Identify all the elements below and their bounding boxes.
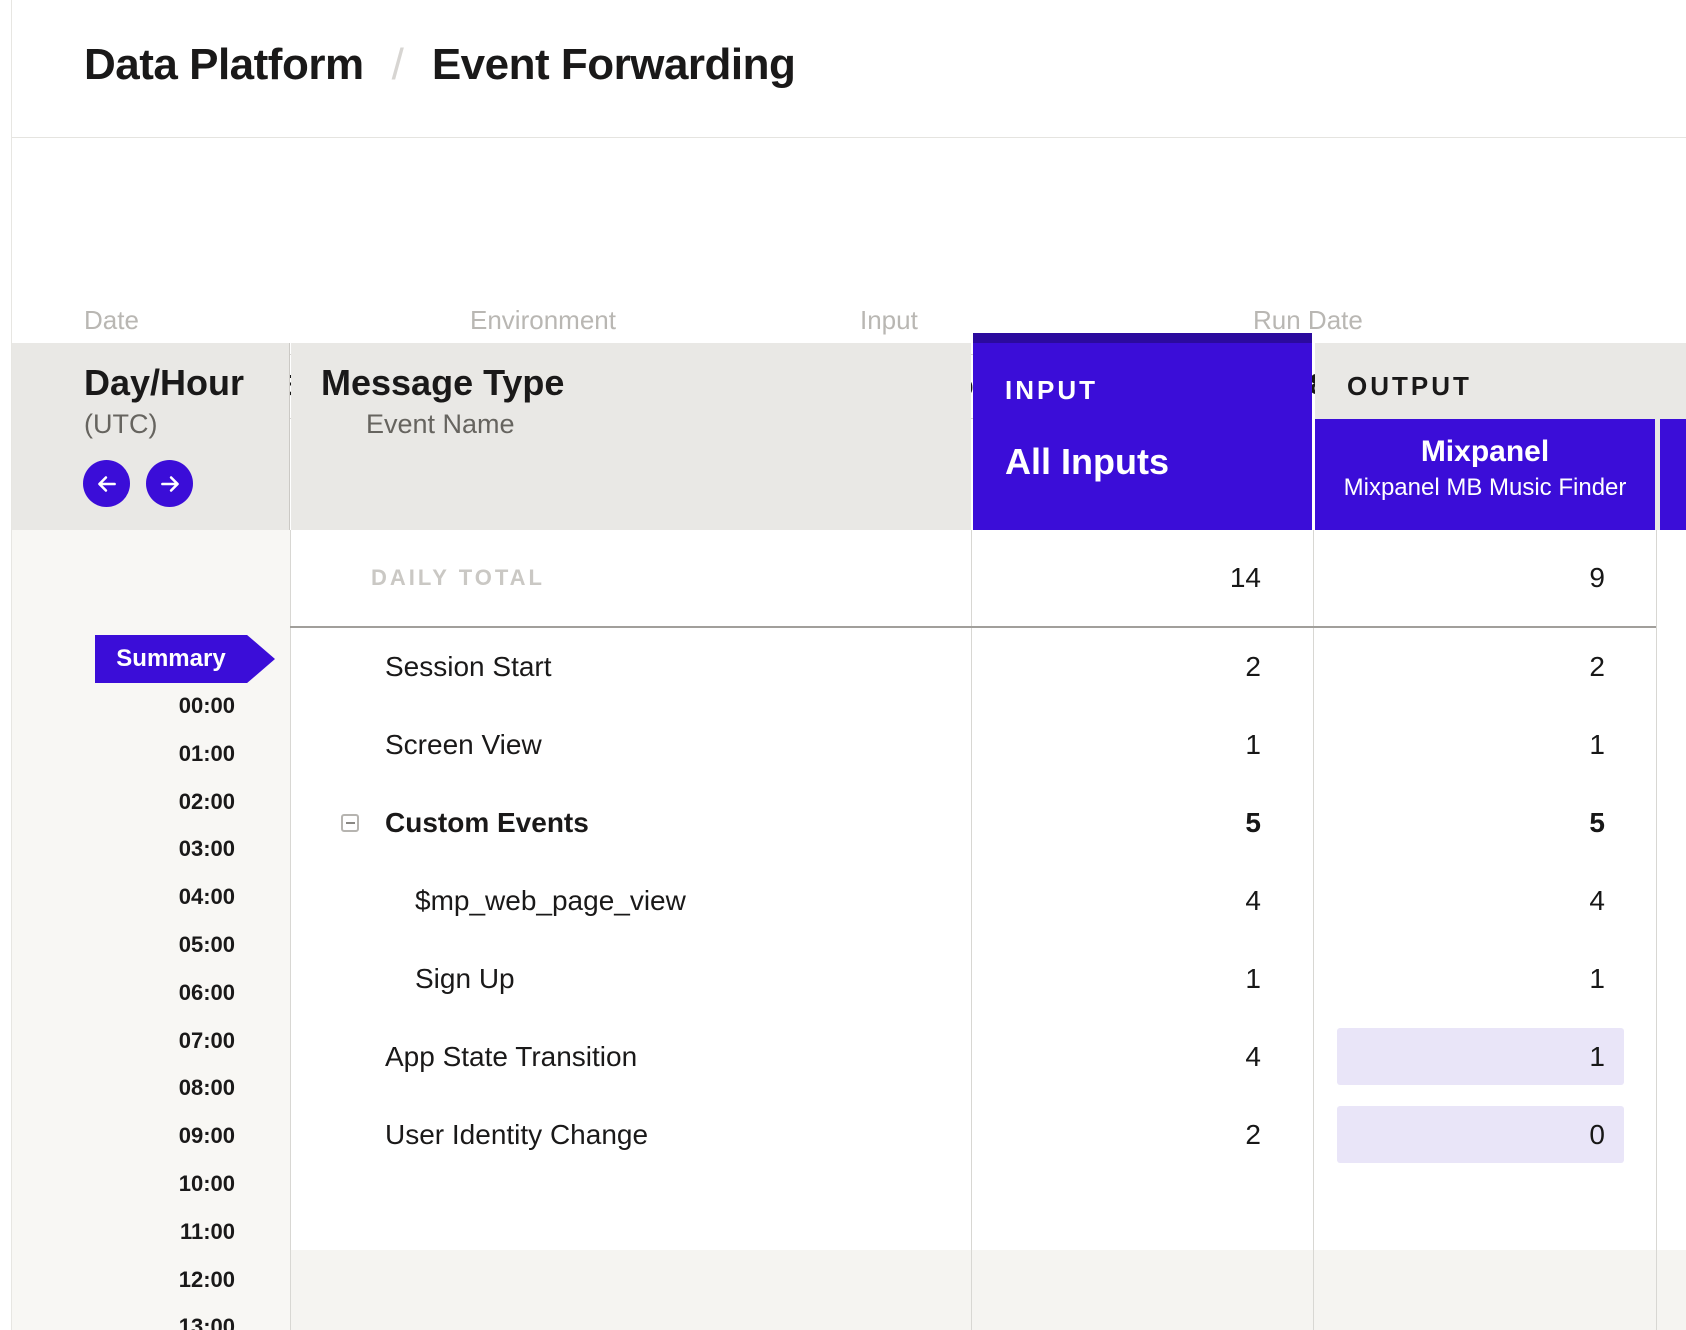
page-title: Event Forwarding bbox=[432, 40, 796, 90]
hour-row-label[interactable]: 03:00 bbox=[0, 836, 235, 862]
row-label: Session Start bbox=[290, 628, 552, 706]
hour-row-label[interactable]: 04:00 bbox=[0, 884, 235, 910]
next-day-button[interactable] bbox=[146, 460, 193, 507]
filter-bar: Date Environment Input Run Date 08/08/20… bbox=[0, 139, 1686, 340]
table-row: User Identity Change 20 bbox=[290, 1096, 1686, 1174]
input-column-header: INPUT All Inputs bbox=[973, 333, 1312, 530]
breadcrumb: Data Platform / Event Forwarding bbox=[84, 40, 795, 90]
row-label: User Identity Change bbox=[290, 1096, 648, 1174]
hour-row-label[interactable]: 10:00 bbox=[0, 1171, 235, 1197]
hour-row-label[interactable]: 02:00 bbox=[0, 789, 235, 815]
output-eyebrow: OUTPUT bbox=[1347, 371, 1472, 402]
output-count-cell: 2 bbox=[1313, 628, 1657, 706]
input-eyebrow: INPUT bbox=[1005, 375, 1098, 406]
event-forwarding-screen: Data Platform / Event Forwarding Date En… bbox=[0, 0, 1686, 1330]
previous-day-button[interactable] bbox=[83, 460, 130, 507]
hour-row-label[interactable]: 09:00 bbox=[0, 1123, 235, 1149]
hour-row-label[interactable]: 07:00 bbox=[0, 1028, 235, 1054]
input-count-cell: 4 bbox=[973, 1018, 1313, 1096]
hour-row-label[interactable]: 00:00 bbox=[0, 693, 235, 719]
table-row: App State Transition 41 bbox=[290, 1018, 1686, 1096]
input-header-accent-strip bbox=[973, 333, 1312, 343]
table-body-empty-area bbox=[290, 1250, 1686, 1330]
table-row: Custom Events 55 bbox=[290, 784, 1686, 862]
row-label: Screen View bbox=[290, 706, 542, 784]
date-filter-label: Date bbox=[84, 305, 139, 336]
table-row: Sign Up 11 bbox=[290, 940, 1686, 1018]
input-count-cell: 1 bbox=[973, 706, 1313, 784]
input-count-cell: 4 bbox=[973, 862, 1313, 940]
day-hour-timezone: (UTC) bbox=[84, 409, 157, 440]
output-count-cell: 4 bbox=[1313, 862, 1657, 940]
hour-row-label[interactable]: 13:00 bbox=[0, 1314, 235, 1330]
output-connection-name: Mixpanel bbox=[1315, 435, 1655, 469]
arrow-left-icon bbox=[94, 471, 120, 497]
row-label: Sign Up bbox=[290, 940, 515, 1018]
event-name-subtitle: Event Name bbox=[366, 409, 515, 440]
output-count-cell: 1 bbox=[1313, 940, 1657, 1018]
hour-row-label[interactable]: 08:00 bbox=[0, 1075, 235, 1101]
run-date-label: Run Date bbox=[1253, 305, 1363, 336]
output-count-cell: 1 bbox=[1313, 706, 1657, 784]
hour-row-label[interactable]: 12:00 bbox=[0, 1267, 235, 1293]
top-bar: Data Platform / Event Forwarding bbox=[0, 0, 1686, 138]
arrow-right-icon bbox=[157, 471, 183, 497]
daily-total-input-count: 14 bbox=[973, 530, 1313, 626]
input-count-cell: 5 bbox=[973, 784, 1313, 862]
input-count-cell: 1 bbox=[973, 940, 1313, 1018]
environment-filter-label: Environment bbox=[470, 305, 616, 336]
table-row: Screen View 11 bbox=[290, 706, 1686, 784]
input-column-title: All Inputs bbox=[1005, 441, 1169, 483]
breadcrumb-data-platform[interactable]: Data Platform bbox=[84, 40, 364, 90]
row-label: App State Transition bbox=[290, 1018, 637, 1096]
daily-total-label: DAILY TOTAL bbox=[371, 530, 545, 626]
input-filter-label: Input bbox=[860, 305, 918, 336]
daily-total-row: DAILY TOTAL 14 9 bbox=[290, 530, 1686, 626]
row-label: Custom Events bbox=[290, 784, 589, 862]
row-label: $mp_web_page_view bbox=[290, 862, 686, 940]
input-count-cell: 2 bbox=[973, 1096, 1313, 1174]
output-count-cell: 5 bbox=[1313, 784, 1657, 862]
daily-total-output-count: 9 bbox=[1313, 530, 1657, 626]
hour-row-label[interactable]: 01:00 bbox=[0, 741, 235, 767]
table-row: $mp_web_page_view 44 bbox=[290, 862, 1686, 940]
message-type-header-cell: Message Type Event Name bbox=[291, 343, 971, 530]
hour-row-label[interactable]: 05:00 bbox=[0, 932, 235, 958]
output-mixpanel-card[interactable]: Mixpanel Mixpanel MB Music Finder bbox=[1315, 419, 1655, 530]
hour-row-label[interactable]: 06:00 bbox=[0, 980, 235, 1006]
message-type-title: Message Type bbox=[321, 362, 564, 404]
table-row: Session Start 22 bbox=[290, 628, 1686, 706]
hour-row-label[interactable]: 11:00 bbox=[0, 1219, 235, 1245]
summary-row-selector[interactable]: Summary bbox=[95, 635, 275, 683]
collapsed-sidebar-gutter bbox=[0, 0, 12, 1330]
output-count-cell: 0 bbox=[1313, 1096, 1657, 1174]
output-count-cell: 1 bbox=[1313, 1018, 1657, 1096]
breadcrumb-separator: / bbox=[392, 40, 404, 90]
input-count-cell: 2 bbox=[973, 628, 1313, 706]
output-connection-subtitle: Mixpanel MB Music Finder bbox=[1315, 474, 1655, 502]
next-output-column-partial bbox=[1660, 419, 1686, 530]
day-hour-title: Day/Hour bbox=[84, 362, 244, 404]
day-hour-header-cell: Day/Hour (UTC) bbox=[0, 343, 290, 530]
